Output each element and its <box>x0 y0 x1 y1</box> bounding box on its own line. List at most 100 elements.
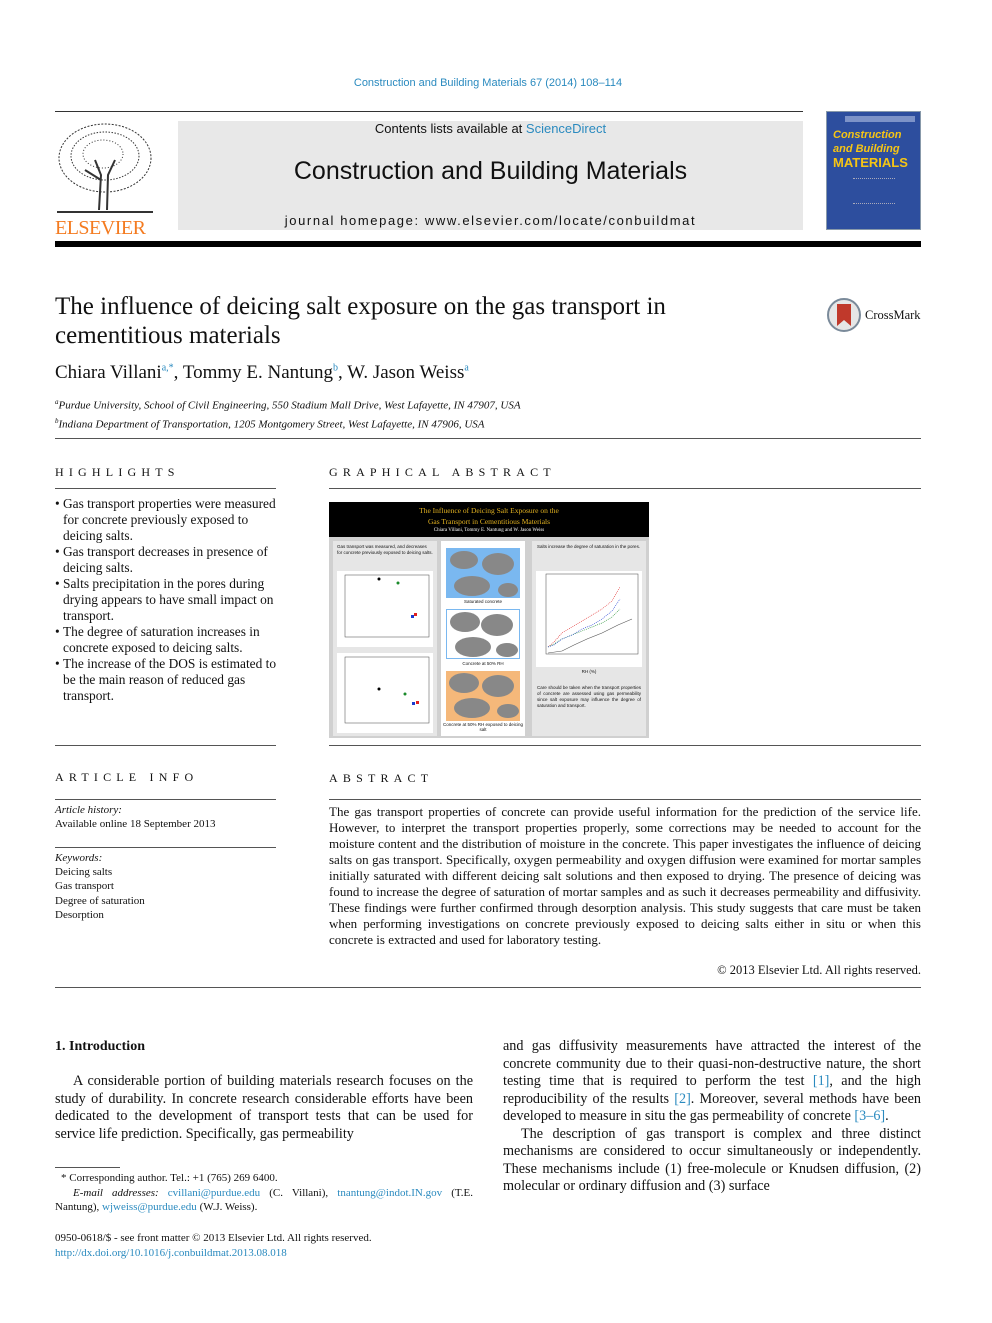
article-info-heading: ARTICLE INFO <box>55 770 199 784</box>
ga-left-panel: Gas transport was measured, and decrease… <box>333 541 437 736</box>
ga-permeability-charts <box>337 571 433 733</box>
author[interactable]: Chiara Villania,* <box>55 362 174 383</box>
abstract-heading: ABSTRACT <box>329 771 434 785</box>
ga-middle-label: Saturated concrete <box>463 599 503 604</box>
crossmark-icon <box>827 298 861 332</box>
email-owner: (C. Villani), <box>260 1186 338 1199</box>
keyword: Gas transport <box>55 880 114 893</box>
author-sep: , <box>173 362 183 383</box>
ga-right-caption: Salts increase the degree of saturation … <box>537 544 641 549</box>
contents-line: Contents lists available at ScienceDirec… <box>178 121 803 136</box>
email-link[interactable]: wjweiss@purdue.edu <box>102 1201 197 1213</box>
author-sep: , <box>337 362 348 383</box>
author-name: W. Jason Weiss <box>347 362 465 383</box>
ga-middle-label: Concrete at 50% RH <box>462 661 504 666</box>
history-label: Article history: <box>55 804 122 816</box>
email-link[interactable]: tnantung@indot.IN.gov <box>337 1187 442 1199</box>
keyword: Desorption <box>55 908 104 921</box>
ga-saturation-chart <box>536 571 642 667</box>
journal-title: Construction and Building Materials <box>293 157 688 185</box>
corresponding-text: Corresponding author. Tel.: +1 (765) 269… <box>69 1172 278 1184</box>
cover-title-line: and Building <box>833 143 900 155</box>
author-sup[interactable]: a <box>464 363 468 374</box>
author-name: Tommy E. Nantung <box>182 362 333 383</box>
header-bar <box>55 241 921 247</box>
doi-link[interactable]: http://dx.doi.org/10.1016/j.conbuildmat.… <box>55 1247 287 1259</box>
citation-link[interactable]: [2] <box>674 1091 691 1107</box>
cover-title: Construction and Building MATERIALS <box>833 128 908 170</box>
affiliation: bIndiana Department of Transportation, 1… <box>55 414 521 433</box>
crossmark-label: CrossMark <box>865 307 921 322</box>
ga-right-panel: Salts increase the degree of saturation … <box>532 541 646 736</box>
intro-paragraph: The description of gas transport is comp… <box>503 1125 921 1195</box>
intro-right-column: and gas diffusivity measurements have at… <box>503 1038 921 1196</box>
abstract-copyright: © 2013 Elsevier Ltd. All rights reserved… <box>717 963 921 977</box>
text-run: . <box>885 1108 889 1124</box>
journal-cover[interactable]: Construction and Building MATERIALS <box>826 111 921 230</box>
journal-citation[interactable]: Construction and Building Materials 67 (… <box>0 77 976 89</box>
contents-prefix: Contents lists available at <box>374 121 526 136</box>
graphical-abstract-image[interactable]: The Influence of Deicing Salt Exposure o… <box>329 502 649 738</box>
highlight-item: The increase of the DOS is estimated to … <box>55 656 277 704</box>
affiliation-text: Purdue University, School of Civil Engin… <box>58 399 521 412</box>
intro-paragraph: and gas diffusivity measurements have at… <box>503 1038 921 1126</box>
elsevier-wordmark: ELSEVIER <box>55 217 146 239</box>
highlights-list: Gas transport properties were measured f… <box>55 496 277 704</box>
elsevier-tree-icon <box>55 120 155 215</box>
ga-title: The Influence of Deicing Salt Exposure o… <box>329 502 649 537</box>
history-value: Available online 18 September 2013 <box>55 818 216 830</box>
citation-link[interactable]: [3–6] <box>854 1108 885 1124</box>
keyword: Deicing salts <box>55 866 113 879</box>
article-history: Article history: Available online 18 Sep… <box>55 803 215 831</box>
highlight-item: The degree of saturation increases in co… <box>55 624 277 656</box>
elsevier-logo[interactable]: ELSEVIER <box>55 120 155 239</box>
author[interactable]: W. Jason Weissa <box>347 362 469 383</box>
footnotes: * Corresponding author. Tel.: +1 (765) 2… <box>55 1171 473 1215</box>
ga-50rh-image <box>446 609 520 659</box>
crossmark-button[interactable]: CrossMark <box>827 298 921 332</box>
asterisk-mark: * <box>61 1172 70 1184</box>
ga-right-caption: Care should be taken when the transport … <box>537 685 641 708</box>
ga-title-line: The Influence of Deicing Salt Exposure o… <box>419 506 559 515</box>
front-matter: 0950-0618/$ - see front matter © 2013 El… <box>55 1231 372 1260</box>
journal-homepage[interactable]: journal homepage: www.elsevier.com/locat… <box>178 213 803 228</box>
article-title: The influence of deicing salt exposure o… <box>55 293 666 349</box>
intro-left-paragraph: A considerable portion of building mater… <box>55 1073 473 1142</box>
ga-title-line: Gas Transport in Cementitious Materials <box>427 517 551 526</box>
keywords: Keywords: Deicing salts Gas transport De… <box>55 851 145 922</box>
graphical-abstract-heading: GRAPHICAL ABSTRACT <box>329 465 556 479</box>
affiliations: aPurdue University, School of Civil Engi… <box>55 395 521 432</box>
email-footnote: E-mail addresses: cvillani@purdue.edu (C… <box>55 1186 473 1215</box>
email-owner: (W.J. Weiss). <box>196 1201 258 1213</box>
author-sup[interactable]: a,* <box>162 363 174 374</box>
citation-link[interactable]: [1] <box>813 1073 830 1089</box>
author[interactable]: Tommy E. Nantungb <box>183 362 338 383</box>
author-list: Chiara Villania,*, Tommy E. Nantungb, W.… <box>55 362 469 384</box>
highlight-item: Gas transport decreases in presence of d… <box>55 544 277 576</box>
ga-salt-image <box>446 671 520 721</box>
keywords-label: Keywords: <box>55 852 103 864</box>
cover-title-line: Construction <box>833 129 902 141</box>
corresponding-footnote: * Corresponding author. Tel.: +1 (765) 2… <box>55 1171 473 1186</box>
abstract-text: The gas transport properties of concrete… <box>329 804 921 947</box>
sciencedirect-link[interactable]: ScienceDirect <box>526 121 606 136</box>
email-label: E-mail addresses: <box>73 1186 159 1199</box>
intro-heading: 1. Introduction <box>55 1039 145 1054</box>
ga-authors: Chiara Villani, Tommy E. Nantung and W. … <box>433 528 545 533</box>
affiliation-text: Indiana Department of Transportation, 12… <box>58 418 485 431</box>
affiliation: aPurdue University, School of Civil Engi… <box>55 395 521 414</box>
cover-title-line: MATERIALS <box>833 155 908 170</box>
ga-left-caption: Gas transport was measured, and decrease… <box>337 544 433 555</box>
highlight-item: Gas transport properties were measured f… <box>55 496 277 544</box>
author-name: Chiara Villani <box>55 362 162 383</box>
ga-saturated-image <box>446 548 520 598</box>
highlight-item: Salts precipitation in the pores during … <box>55 576 277 624</box>
ga-middle-label: Concrete at 50% RH exposed to deicing sa… <box>442 722 524 732</box>
ga-middle-panel: Saturated concrete Concrete at 50% RH Co… <box>441 541 525 736</box>
issn-line: 0950-0618/$ - see front matter © 2013 El… <box>55 1232 372 1244</box>
email-link[interactable]: cvillani@purdue.edu <box>168 1187 260 1199</box>
journal-banner: Contents lists available at ScienceDirec… <box>178 121 803 230</box>
highlights-heading: HIGHLIGHTS <box>55 465 180 479</box>
keyword: Degree of saturation <box>55 894 145 907</box>
ga-right-xlabel: RH (%) <box>581 669 597 674</box>
